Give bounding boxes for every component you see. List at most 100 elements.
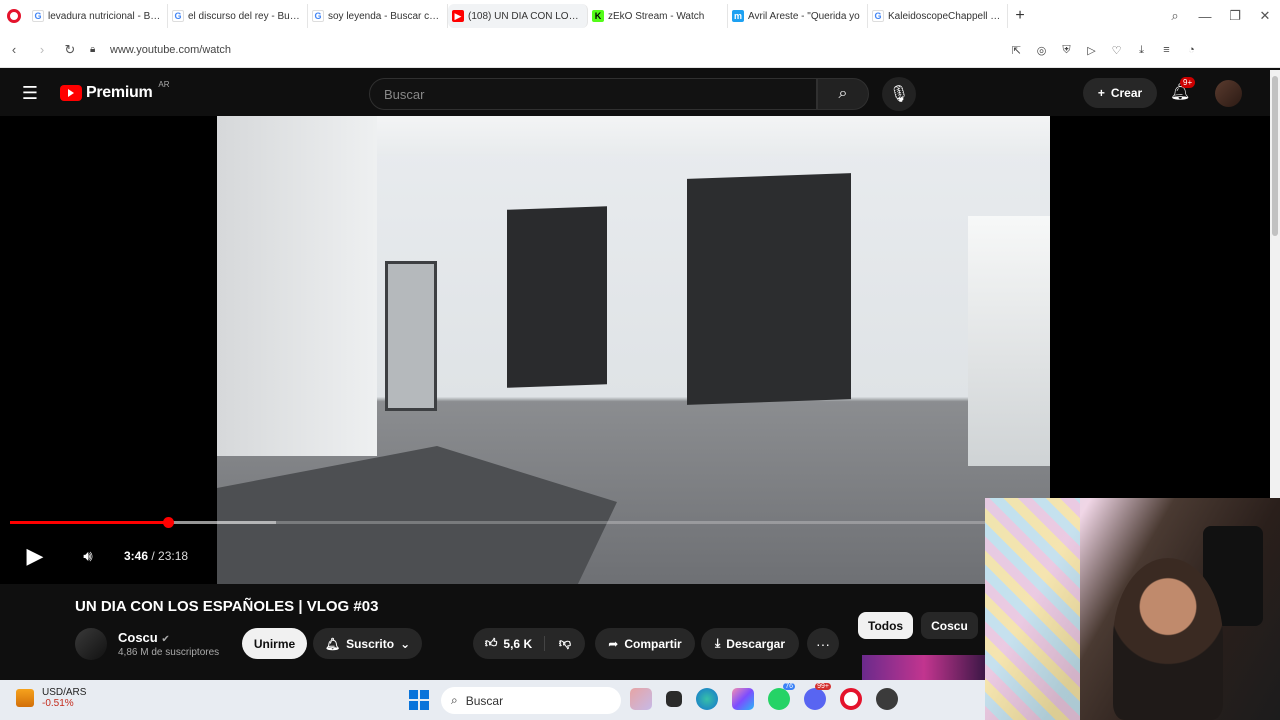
page-scrollbar[interactable]: [1270, 70, 1280, 500]
tab-title: Avril Areste - "Querida yo: [748, 10, 860, 22]
tab-1[interactable]: Gel discurso del rey - Busca: [168, 4, 308, 28]
voice-search-button[interactable]: 🎙︎: [882, 77, 916, 111]
video-frame[interactable]: [217, 116, 1050, 584]
notifications-button[interactable]: 🔔︎ 9+: [1170, 77, 1196, 102]
tab-2[interactable]: Gsoy leyenda - Buscar con G: [308, 4, 448, 28]
video-title: UN DIA CON LOS ESPAÑOLES | VLOG #03: [75, 598, 379, 615]
region-label: AR: [158, 80, 170, 89]
player-icon[interactable]: ▷: [1083, 44, 1100, 57]
channel-name-label: Coscu: [118, 630, 158, 645]
progress-bar[interactable]: [10, 517, 985, 528]
webcam-person: [1113, 558, 1223, 720]
copilot-icon[interactable]: [732, 688, 754, 710]
tab-5[interactable]: m Avril Areste - "Querida yo: [728, 4, 868, 28]
download-button[interactable]: ⤓ Descargar: [701, 628, 799, 659]
discord-icon[interactable]: 99+: [804, 683, 831, 710]
forward-icon[interactable]: ›: [28, 42, 56, 57]
profile-icon[interactable]: ◔: [1183, 44, 1200, 56]
download-icon[interactable]: ⤓: [1133, 44, 1150, 57]
share-button[interactable]: ➦ Compartir: [595, 628, 695, 659]
share-page-icon[interactable]: ⇱: [1008, 44, 1025, 57]
account-avatar[interactable]: [1215, 80, 1242, 107]
guide-menu-icon[interactable]: ☰: [0, 83, 60, 104]
scrollbar-thumb[interactable]: [1272, 76, 1278, 236]
channel-info: Coscu ✔ 4,86 M de suscriptores: [118, 630, 219, 658]
download-icon: ⤓: [714, 636, 721, 650]
search-highlight-icon[interactable]: [630, 688, 652, 710]
subscribed-button[interactable]: 🔔︎ Suscrito ⌄: [313, 628, 422, 659]
youtube-play-logo-icon: [60, 85, 82, 101]
discord-badge: 99+: [815, 683, 831, 690]
search-button[interactable]: ⌕: [817, 78, 869, 110]
subscribed-label: Suscrito: [346, 636, 395, 651]
url-field[interactable]: www.youtube.com/watch: [110, 44, 231, 56]
channel-avatar[interactable]: [75, 628, 107, 660]
currency-pair: USD/ARS: [42, 687, 87, 698]
notifications-badge: 9+: [1180, 77, 1196, 88]
webcam-curtain: [985, 498, 1080, 720]
scrubber-handle[interactable]: [163, 517, 174, 528]
video-scene-painting: [507, 206, 607, 388]
chip-all[interactable]: Todos: [858, 612, 914, 639]
microphone-icon: 🎙︎: [888, 86, 910, 103]
opera-menu-icon[interactable]: [0, 0, 28, 32]
play-icon: ▶: [26, 543, 44, 568]
verified-icon: ✔: [161, 634, 170, 645]
like-button[interactable]: 👍︎ 5,6 K: [473, 636, 545, 651]
youtube-logo[interactable]: Premium AR: [60, 80, 170, 102]
channel-row: Coscu ✔ 4,86 M de suscriptores Unirme 🔔︎…: [75, 626, 855, 662]
video-scene-wall: [217, 116, 377, 456]
join-button[interactable]: Unirme: [242, 628, 307, 659]
search-input[interactable]: Buscar: [369, 78, 817, 110]
taskbar-search[interactable]: ⌕ Buscar: [441, 687, 621, 714]
shield-icon[interactable]: ⛨: [1058, 44, 1075, 57]
chip-channel[interactable]: Coscu: [921, 612, 978, 639]
windows-taskbar: USD/ARS -0.51% ⌕ Buscar 76 99+: [0, 680, 985, 720]
youtube-favicon-icon: ▶: [452, 10, 464, 22]
create-button[interactable]: + Crear: [1083, 78, 1157, 108]
minimize-icon[interactable]: —: [1190, 9, 1220, 24]
heart-icon[interactable]: ♡: [1108, 44, 1125, 57]
reload-icon[interactable]: ↻: [56, 42, 84, 58]
video-scene-painting: [687, 173, 851, 405]
windows-start-icon[interactable]: [409, 690, 429, 710]
chevron-down-icon: ⌄: [400, 636, 411, 651]
related-chips: Todos Coscu: [858, 612, 978, 639]
menu-icon[interactable]: ≡: [1158, 44, 1175, 56]
player-controls: ▶ 🔊︎ 3:46 / 23:18: [0, 536, 240, 576]
search-icon: ⌕: [451, 693, 458, 707]
snapshot-icon[interactable]: ◎: [1033, 44, 1050, 57]
time-separator: /: [148, 549, 159, 563]
more-actions-button[interactable]: ···: [807, 628, 839, 659]
tab-0[interactable]: Glevadura nutricional - Busc: [28, 4, 168, 28]
tab-title: zEkO Stream - Watch: [608, 10, 705, 22]
related-video-thumbnail[interactable]: [862, 655, 986, 680]
search-tabs-icon[interactable]: ⌕: [1160, 8, 1190, 24]
obs-icon[interactable]: [876, 688, 898, 710]
back-icon[interactable]: ‹: [0, 42, 28, 57]
webcam-overlay: [985, 498, 1280, 720]
whatsapp-icon[interactable]: 76: [768, 683, 795, 710]
tab-6[interactable]: G KaleidoscopeChappell Roa: [868, 4, 1008, 28]
close-icon[interactable]: ✕: [1250, 8, 1280, 24]
create-label: Crear: [1110, 86, 1143, 100]
opera-icon[interactable]: [840, 688, 862, 710]
channel-name[interactable]: Coscu ✔: [118, 630, 219, 645]
new-tab-button[interactable]: +: [1008, 4, 1032, 28]
whatsapp-badge: 76: [783, 683, 795, 690]
time-total: 23:18: [158, 549, 189, 563]
share-icon: ➦: [608, 636, 619, 651]
currency-widget[interactable]: USD/ARS -0.51%: [16, 687, 86, 709]
play-button[interactable]: ▶: [0, 543, 70, 569]
thumbs-up-icon: 👍︎: [484, 636, 498, 650]
volume-button[interactable]: 🔊︎: [70, 548, 106, 565]
task-view-icon[interactable]: [666, 691, 682, 707]
dislike-button[interactable]: 👎︎: [545, 636, 585, 651]
tab-3[interactable]: ▶ (108) UN DIA CON LOS ES: [448, 4, 588, 28]
restore-icon[interactable]: ❐: [1220, 8, 1250, 24]
taskbar-search-label: Buscar: [465, 693, 504, 708]
video-scene-table: [217, 446, 617, 584]
tab-title: el discurso del rey - Busca: [188, 10, 303, 22]
edge-icon[interactable]: [696, 688, 718, 710]
tab-4[interactable]: KzEkO Stream - Watch: [588, 4, 728, 28]
